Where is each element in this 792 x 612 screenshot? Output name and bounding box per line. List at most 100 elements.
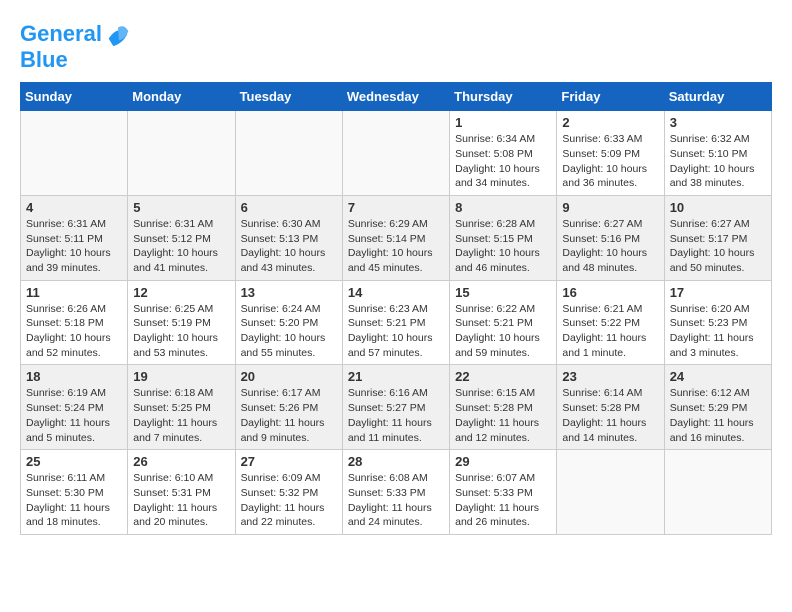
day-info: Sunrise: 6:07 AMSunset: 5:33 PMDaylight:…	[455, 471, 551, 530]
calendar-cell: 27 Sunrise: 6:09 AMSunset: 5:32 PMDayligh…	[235, 450, 342, 535]
day-number: 24	[670, 369, 766, 384]
calendar-cell: 22 Sunrise: 6:15 AMSunset: 5:28 PMDayligh…	[450, 365, 557, 450]
day-number: 3	[670, 115, 766, 130]
day-info: Sunrise: 6:21 AMSunset: 5:22 PMDaylight:…	[562, 302, 658, 361]
calendar-cell	[21, 111, 128, 196]
day-info: Sunrise: 6:14 AMSunset: 5:28 PMDaylight:…	[562, 386, 658, 445]
day-info: Sunrise: 6:27 AMSunset: 5:17 PMDaylight:…	[670, 217, 766, 276]
day-info: Sunrise: 6:31 AMSunset: 5:11 PMDaylight:…	[26, 217, 122, 276]
day-info: Sunrise: 6:10 AMSunset: 5:31 PMDaylight:…	[133, 471, 229, 530]
calendar-cell: 19Sunrise: 6:18 AMSunset: 5:25 PMDayligh…	[128, 365, 235, 450]
week-row: 1 Sunrise: 6:34 AMSunset: 5:08 PMDaylight…	[21, 111, 772, 196]
calendar-cell	[557, 450, 664, 535]
day-info: Sunrise: 6:30 AMSunset: 5:13 PMDaylight:…	[241, 217, 337, 276]
calendar-cell: 20Sunrise: 6:17 AMSunset: 5:26 PMDayligh…	[235, 365, 342, 450]
calendar-cell: 12Sunrise: 6:25 AMSunset: 5:19 PMDayligh…	[128, 280, 235, 365]
calendar-cell: 11 Sunrise: 6:26 AMSunset: 5:18 PMDayligh…	[21, 280, 128, 365]
day-info: Sunrise: 6:12 AMSunset: 5:29 PMDaylight:…	[670, 386, 766, 445]
calendar-cell: 10 Sunrise: 6:27 AMSunset: 5:17 PMDayligh…	[664, 195, 771, 280]
day-number: 4	[26, 200, 122, 215]
logo-text: General	[20, 22, 102, 46]
header-day: Saturday	[664, 83, 771, 111]
calendar-cell: 26 Sunrise: 6:10 AMSunset: 5:31 PMDayligh…	[128, 450, 235, 535]
calendar-cell: 9Sunrise: 6:27 AMSunset: 5:16 PMDaylight…	[557, 195, 664, 280]
day-number: 18	[26, 369, 122, 384]
header-day: Monday	[128, 83, 235, 111]
day-number: 28	[348, 454, 444, 469]
calendar-cell: 5Sunrise: 6:31 AMSunset: 5:12 PMDaylight…	[128, 195, 235, 280]
day-info: Sunrise: 6:23 AMSunset: 5:21 PMDaylight:…	[348, 302, 444, 361]
day-number: 1	[455, 115, 551, 130]
day-number: 27	[241, 454, 337, 469]
day-info: Sunrise: 6:22 AMSunset: 5:21 PMDaylight:…	[455, 302, 551, 361]
calendar-cell	[128, 111, 235, 196]
day-info: Sunrise: 6:20 AMSunset: 5:23 PMDaylight:…	[670, 302, 766, 361]
day-number: 22	[455, 369, 551, 384]
calendar-cell: 7Sunrise: 6:29 AMSunset: 5:14 PMDaylight…	[342, 195, 449, 280]
calendar-cell: 28 Sunrise: 6:08 AMSunset: 5:33 PMDayligh…	[342, 450, 449, 535]
day-number: 6	[241, 200, 337, 215]
day-info: Sunrise: 6:11 AMSunset: 5:30 PMDaylight:…	[26, 471, 122, 530]
calendar-cell: 6 Sunrise: 6:30 AMSunset: 5:13 PMDaylight…	[235, 195, 342, 280]
header-day: Thursday	[450, 83, 557, 111]
day-info: Sunrise: 6:09 AMSunset: 5:32 PMDaylight:…	[241, 471, 337, 530]
day-info: Sunrise: 6:17 AMSunset: 5:26 PMDaylight:…	[241, 386, 337, 445]
calendar-table: SundayMondayTuesdayWednesdayThursdayFrid…	[20, 82, 772, 535]
day-number: 15	[455, 285, 551, 300]
logo-icon	[104, 20, 132, 48]
day-info: Sunrise: 6:28 AMSunset: 5:15 PMDaylight:…	[455, 217, 551, 276]
header-day: Friday	[557, 83, 664, 111]
day-info: Sunrise: 6:34 AMSunset: 5:08 PMDaylight:…	[455, 132, 551, 191]
day-info: Sunrise: 6:08 AMSunset: 5:33 PMDaylight:…	[348, 471, 444, 530]
calendar-cell	[235, 111, 342, 196]
calendar-cell: 29 Sunrise: 6:07 AMSunset: 5:33 PMDayligh…	[450, 450, 557, 535]
calendar-cell: 23 Sunrise: 6:14 AMSunset: 5:28 PMDayligh…	[557, 365, 664, 450]
calendar-cell: 17 Sunrise: 6:20 AMSunset: 5:23 PMDayligh…	[664, 280, 771, 365]
logo: General Blue	[20, 20, 132, 72]
day-number: 23	[562, 369, 658, 384]
day-number: 10	[670, 200, 766, 215]
calendar-cell: 4 Sunrise: 6:31 AMSunset: 5:11 PMDaylight…	[21, 195, 128, 280]
day-number: 8	[455, 200, 551, 215]
calendar-cell: 15 Sunrise: 6:22 AMSunset: 5:21 PMDayligh…	[450, 280, 557, 365]
calendar-cell: 14Sunrise: 6:23 AMSunset: 5:21 PMDayligh…	[342, 280, 449, 365]
page-header: General Blue	[20, 20, 772, 72]
day-info: Sunrise: 6:24 AMSunset: 5:20 PMDaylight:…	[241, 302, 337, 361]
day-number: 16	[562, 285, 658, 300]
calendar-cell: 13 Sunrise: 6:24 AMSunset: 5:20 PMDayligh…	[235, 280, 342, 365]
calendar-cell: 25 Sunrise: 6:11 AMSunset: 5:30 PMDayligh…	[21, 450, 128, 535]
day-info: Sunrise: 6:19 AMSunset: 5:24 PMDaylight:…	[26, 386, 122, 445]
week-row: 11 Sunrise: 6:26 AMSunset: 5:18 PMDayligh…	[21, 280, 772, 365]
calendar-cell: 2 Sunrise: 6:33 AMSunset: 5:09 PMDaylight…	[557, 111, 664, 196]
day-number: 17	[670, 285, 766, 300]
calendar-cell	[664, 450, 771, 535]
header-row: SundayMondayTuesdayWednesdayThursdayFrid…	[21, 83, 772, 111]
header-day: Sunday	[21, 83, 128, 111]
day-info: Sunrise: 6:15 AMSunset: 5:28 PMDaylight:…	[455, 386, 551, 445]
day-info: Sunrise: 6:27 AMSunset: 5:16 PMDaylight:…	[562, 217, 658, 276]
week-row: 25 Sunrise: 6:11 AMSunset: 5:30 PMDayligh…	[21, 450, 772, 535]
day-number: 11	[26, 285, 122, 300]
day-info: Sunrise: 6:33 AMSunset: 5:09 PMDaylight:…	[562, 132, 658, 191]
day-info: Sunrise: 6:32 AMSunset: 5:10 PMDaylight:…	[670, 132, 766, 191]
day-number: 13	[241, 285, 337, 300]
calendar-cell: 24 Sunrise: 6:12 AMSunset: 5:29 PMDayligh…	[664, 365, 771, 450]
day-number: 25	[26, 454, 122, 469]
header-day: Tuesday	[235, 83, 342, 111]
day-number: 2	[562, 115, 658, 130]
calendar-cell: 8 Sunrise: 6:28 AMSunset: 5:15 PMDaylight…	[450, 195, 557, 280]
week-row: 4 Sunrise: 6:31 AMSunset: 5:11 PMDaylight…	[21, 195, 772, 280]
day-number: 26	[133, 454, 229, 469]
day-number: 21	[348, 369, 444, 384]
calendar-cell: 16 Sunrise: 6:21 AMSunset: 5:22 PMDayligh…	[557, 280, 664, 365]
day-info: Sunrise: 6:29 AMSunset: 5:14 PMDaylight:…	[348, 217, 444, 276]
day-info: Sunrise: 6:25 AMSunset: 5:19 PMDaylight:…	[133, 302, 229, 361]
calendar-cell: 21 Sunrise: 6:16 AMSunset: 5:27 PMDayligh…	[342, 365, 449, 450]
day-info: Sunrise: 6:18 AMSunset: 5:25 PMDaylight:…	[133, 386, 229, 445]
week-row: 18 Sunrise: 6:19 AMSunset: 5:24 PMDayligh…	[21, 365, 772, 450]
day-number: 29	[455, 454, 551, 469]
day-info: Sunrise: 6:16 AMSunset: 5:27 PMDaylight:…	[348, 386, 444, 445]
day-info: Sunrise: 6:26 AMSunset: 5:18 PMDaylight:…	[26, 302, 122, 361]
calendar-cell: 1 Sunrise: 6:34 AMSunset: 5:08 PMDaylight…	[450, 111, 557, 196]
header-day: Wednesday	[342, 83, 449, 111]
